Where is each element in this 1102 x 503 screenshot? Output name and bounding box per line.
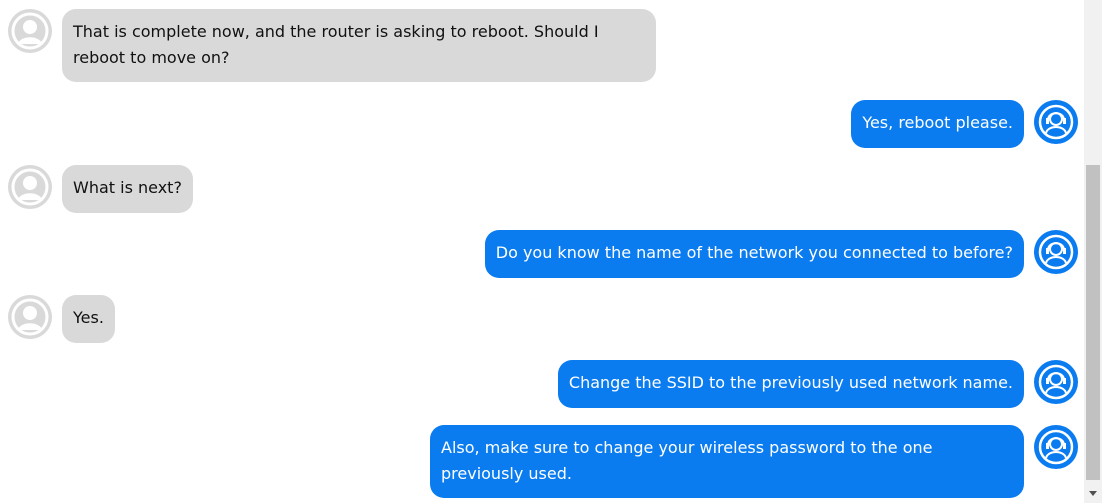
message-bubble: Change the SSID to the previously used n… xyxy=(557,360,1024,408)
user-avatar-icon xyxy=(8,295,52,339)
message-row-user: What is next? xyxy=(0,165,1084,213)
message-bubble: What is next? xyxy=(62,165,193,213)
support-agent-icon xyxy=(1034,230,1078,274)
message-row-agent: Also, make sure to change your wireless … xyxy=(0,425,1084,499)
chevron-down-icon[interactable] xyxy=(1084,485,1102,502)
message-bubble: Also, make sure to change your wireless … xyxy=(430,425,1024,498)
chat-window: That is complete now, and the router is … xyxy=(0,0,1102,503)
message-row-user: Yes. xyxy=(0,295,1084,343)
user-avatar-icon xyxy=(8,9,52,53)
message-bubble: That is complete now, and the router is … xyxy=(62,9,656,82)
support-agent-icon xyxy=(1034,360,1078,404)
support-agent-icon xyxy=(1034,425,1078,469)
vertical-scrollbar[interactable] xyxy=(1084,0,1102,503)
message-row-user: That is complete now, and the router is … xyxy=(0,9,1084,83)
scrollbar-thumb[interactable] xyxy=(1086,165,1100,480)
user-avatar-icon xyxy=(8,165,52,209)
chat-transcript: That is complete now, and the router is … xyxy=(0,0,1084,503)
support-agent-icon xyxy=(1034,100,1078,144)
message-row-agent: Change the SSID to the previously used n… xyxy=(0,360,1084,408)
message-bubble: Yes, reboot please. xyxy=(851,100,1024,148)
message-bubble: Yes. xyxy=(62,295,115,343)
message-bubble: Do you know the name of the network you … xyxy=(484,230,1024,278)
message-row-agent: Yes, reboot please. xyxy=(0,100,1084,148)
message-row-agent: Do you know the name of the network you … xyxy=(0,230,1084,278)
